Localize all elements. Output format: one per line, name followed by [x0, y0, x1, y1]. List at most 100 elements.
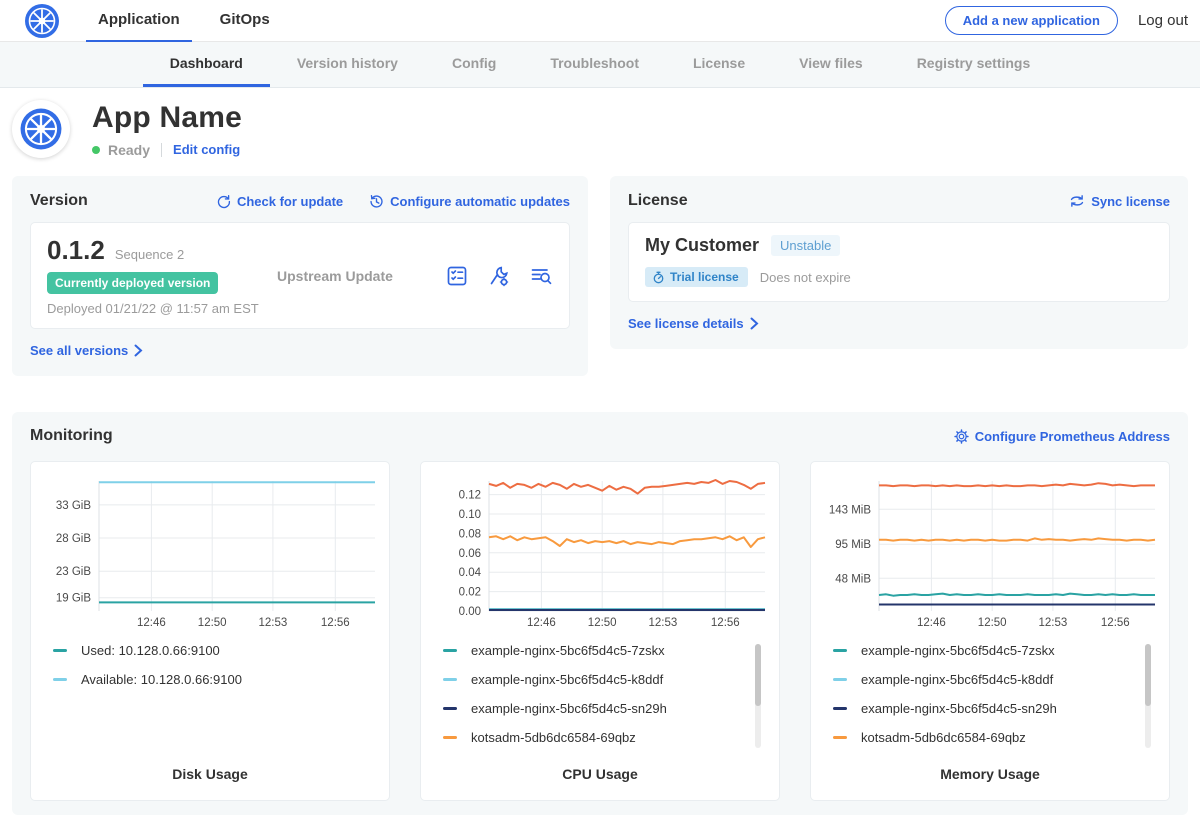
legend-color-dash	[53, 649, 67, 652]
logout-button[interactable]: Log out	[1138, 12, 1188, 29]
legend-item: example-nginx-5bc6f5d4c5-sn29h	[443, 702, 771, 715]
app-sub-nav: DashboardVersion historyConfigTroublesho…	[0, 42, 1200, 88]
subnav-tab-config[interactable]: Config	[425, 42, 523, 87]
monitoring-title: Monitoring	[30, 427, 113, 445]
chart-title: Memory Usage	[819, 766, 1161, 800]
legend-label: example-nginx-5bc6f5d4c5-k8ddf	[471, 672, 663, 687]
svg-text:95 MiB: 95 MiB	[835, 539, 871, 551]
legend-color-dash	[833, 736, 847, 739]
svg-text:12:50: 12:50	[588, 617, 617, 629]
subnav-tab-view-files[interactable]: View files	[772, 42, 890, 87]
svg-text:12:53: 12:53	[649, 617, 678, 629]
see-license-details-link[interactable]: See license details	[628, 316, 759, 331]
edit-config-wrench-icon[interactable]	[487, 264, 511, 288]
legend-label: Available: 10.128.0.66:9100	[81, 672, 242, 687]
legend-label: example-nginx-5bc6f5d4c5-sn29h	[861, 701, 1057, 716]
legend-item: example-nginx-5bc6f5d4c5-k8ddf	[443, 673, 771, 686]
legend-color-dash	[443, 736, 457, 739]
svg-text:12:46: 12:46	[137, 617, 166, 629]
legend-item: Used: 10.128.0.66:9100	[53, 644, 381, 657]
svg-text:12:53: 12:53	[1039, 617, 1068, 629]
monitoring-panel: Monitoring Configure Prometheus Address …	[12, 412, 1188, 815]
view-files-search-icon[interactable]	[529, 264, 553, 288]
status-text: Ready	[108, 142, 150, 158]
topnav-tab-application[interactable]: Application	[86, 0, 192, 42]
legend-scrollbar-thumb[interactable]	[1145, 644, 1151, 706]
chart-title: Disk Usage	[39, 766, 381, 800]
version-source-label: Upstream Update	[277, 268, 393, 284]
see-all-versions-link[interactable]: See all versions	[30, 343, 143, 358]
subnav-tab-license[interactable]: License	[666, 42, 772, 87]
edit-config-link[interactable]: Edit config	[173, 142, 240, 157]
currently-deployed-badge: Currently deployed version	[47, 272, 218, 294]
gear-icon	[954, 429, 969, 444]
version-card: Version Check for update Configure au	[12, 176, 588, 376]
swap-arrows-icon	[1069, 194, 1085, 208]
svg-text:0.00: 0.00	[459, 606, 481, 618]
svg-text:0.04: 0.04	[459, 567, 482, 579]
configure-automatic-updates-link[interactable]: Configure automatic updates	[369, 194, 570, 209]
svg-text:33 GiB: 33 GiB	[56, 500, 91, 512]
divider	[161, 143, 162, 157]
subnav-tab-troubleshoot[interactable]: Troubleshoot	[523, 42, 666, 87]
chart-plot: 0.000.020.040.060.080.100.1212:4612:5012…	[429, 472, 773, 630]
chart-legend: Used: 10.128.0.66:9100 Available: 10.128.…	[53, 644, 381, 766]
subnav-tab-version-history[interactable]: Version history	[270, 42, 425, 87]
license-summary-row: My Customer Unstable Trial license Does …	[628, 222, 1170, 302]
configure-prometheus-link[interactable]: Configure Prometheus Address	[954, 429, 1170, 444]
sync-license-link[interactable]: Sync license	[1069, 194, 1170, 209]
charts-row: 19 GiB23 GiB28 GiB33 GiB12:4612:5012:531…	[30, 461, 1170, 801]
svg-text:0.12: 0.12	[459, 490, 481, 502]
legend-color-dash	[443, 707, 457, 710]
subnav-tab-registry-settings[interactable]: Registry settings	[890, 42, 1058, 87]
svg-text:0.06: 0.06	[459, 548, 481, 560]
svg-text:12:50: 12:50	[978, 617, 1007, 629]
legend-scrollbar-track[interactable]	[1145, 644, 1151, 748]
top-nav: ApplicationGitOps Add a new application …	[0, 0, 1200, 42]
legend-color-dash	[443, 649, 457, 652]
legend-color-dash	[833, 678, 847, 681]
subnav-tab-dashboard[interactable]: Dashboard	[143, 42, 270, 87]
svg-text:0.08: 0.08	[459, 528, 481, 540]
add-application-button[interactable]: Add a new application	[945, 6, 1118, 35]
svg-text:0.02: 0.02	[459, 587, 481, 599]
app-name-title: App Name	[92, 101, 242, 135]
legend-label: kotsadm-5db6dc6584-69qbz	[471, 730, 636, 745]
legend-label: example-nginx-5bc6f5d4c5-sn29h	[471, 701, 667, 716]
clock-refresh-icon	[369, 194, 384, 209]
kubernetes-logo-icon	[24, 3, 60, 39]
version-sequence: Sequence 2	[115, 247, 184, 262]
topnav-tabs: Application GitOps	[86, 0, 298, 42]
topnav-tab-gitops[interactable]: GitOps	[208, 0, 282, 42]
chart-card-memory-usage: 48 MiB95 MiB143 MiB12:4612:5012:5312:56e…	[810, 461, 1170, 801]
legend-color-dash	[53, 678, 67, 681]
legend-item: example-nginx-5bc6f5d4c5-7zskx	[833, 644, 1161, 657]
svg-text:23 GiB: 23 GiB	[56, 566, 91, 578]
svg-text:12:56: 12:56	[1101, 617, 1130, 629]
legend-scrollbar-thumb[interactable]	[755, 644, 761, 706]
legend-item: Available: 10.128.0.66:9100	[53, 673, 381, 686]
kubernetes-app-icon	[18, 106, 64, 152]
legend-item: example-nginx-5bc6f5d4c5-k8ddf	[833, 673, 1161, 686]
legend-color-dash	[833, 649, 847, 652]
svg-text:0.10: 0.10	[459, 509, 481, 521]
status-ready-dot	[92, 146, 100, 154]
legend-item: example-nginx-5bc6f5d4c5-7zskx	[443, 644, 771, 657]
chart-plot: 19 GiB23 GiB28 GiB33 GiB12:4612:5012:531…	[39, 472, 383, 630]
legend-scrollbar-track[interactable]	[755, 644, 761, 748]
release-notes-icon[interactable]	[445, 264, 469, 288]
chart-title: CPU Usage	[429, 766, 771, 800]
check-for-update-link[interactable]: Check for update	[216, 194, 343, 209]
customer-name: My Customer	[645, 235, 759, 256]
chevron-right-icon	[750, 317, 759, 330]
legend-item: example-nginx-5bc6f5d4c5-sn29h	[833, 702, 1161, 715]
legend-label: Used: 10.128.0.66:9100	[81, 643, 220, 658]
legend-color-dash	[443, 678, 457, 681]
legend-item: kotsadm-5db6dc6584-69qbz	[443, 731, 771, 744]
svg-text:143 MiB: 143 MiB	[829, 504, 872, 516]
chart-legend: example-nginx-5bc6f5d4c5-7zskx example-ng…	[443, 644, 771, 766]
license-card-title: License	[628, 192, 688, 210]
version-number: 0.1.2	[47, 235, 105, 266]
stopwatch-icon	[652, 271, 665, 284]
svg-text:12:53: 12:53	[259, 617, 288, 629]
